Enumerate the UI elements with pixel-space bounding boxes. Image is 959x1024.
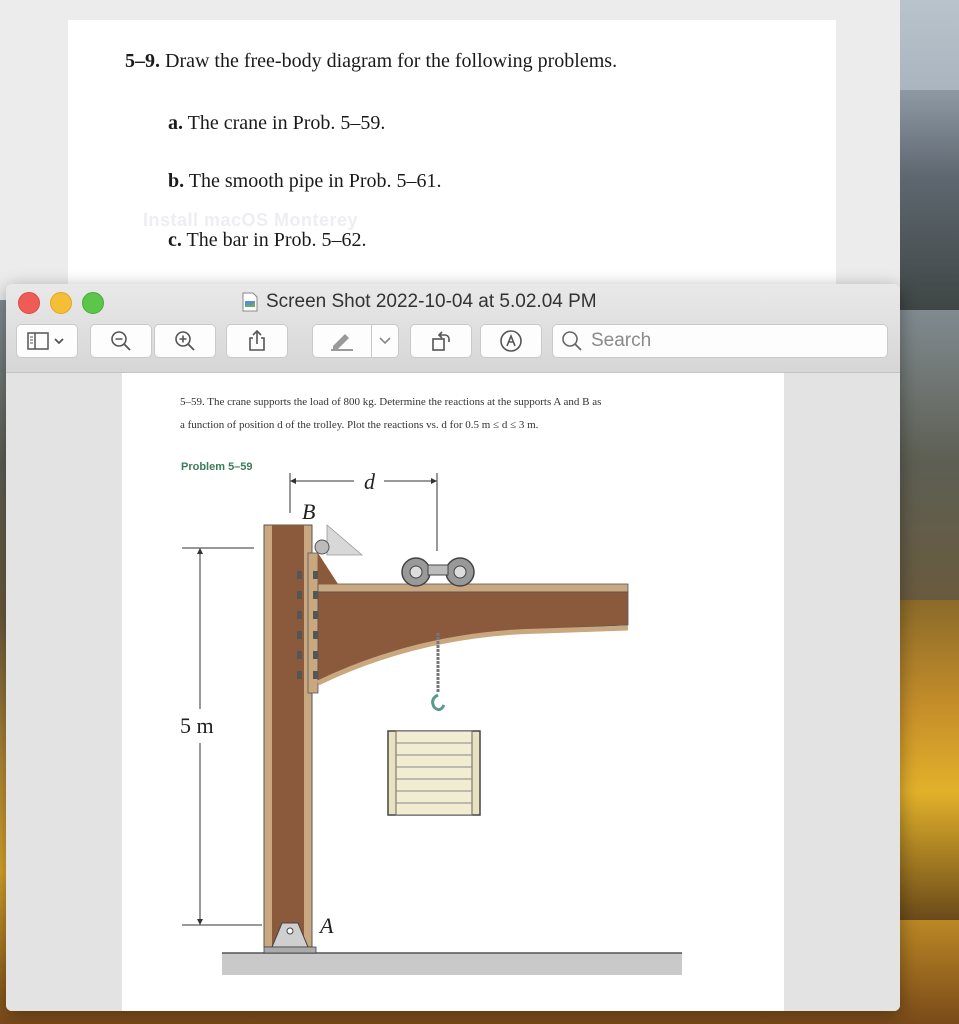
markup-menu-button[interactable] — [371, 324, 399, 358]
minimize-window-button[interactable] — [50, 292, 72, 314]
zoom-out-icon — [111, 331, 131, 351]
window-title: Screen Shot 2022-10-04 at 5.02.04 PM — [266, 291, 597, 312]
crate-front — [395, 730, 473, 816]
d-label: d — [364, 473, 376, 494]
desktop-background-mountain — [900, 90, 959, 310]
pen-icon — [331, 334, 353, 351]
zoom-out-button[interactable] — [90, 324, 152, 358]
d-arrow-left — [290, 478, 296, 484]
problem-line-1: 5–59. The crane supports the load of 800… — [180, 396, 602, 408]
title-bar[interactable]: Screen Shot 2022-10-04 at 5.02.04 PM Sea… — [6, 284, 900, 373]
markup-button[interactable] — [312, 324, 372, 358]
maximize-window-button[interactable] — [82, 292, 104, 314]
document-page: 5–59. The crane supports the load of 800… — [122, 373, 784, 1011]
sidebar-toggle-button[interactable] — [16, 324, 78, 358]
install-watermark: Install macOS Monterey — [143, 210, 359, 230]
sidebar-icon — [27, 332, 64, 350]
dimension-arrow-bottom — [197, 919, 203, 925]
zoom-in-button[interactable] — [154, 324, 216, 358]
problem-line-2: a function of position d of the trolley.… — [180, 419, 539, 431]
rotate-button[interactable] — [410, 324, 472, 358]
background-document-window: 5–9. Draw the free-body diagram for the … — [0, 0, 900, 300]
heading-text: Draw the free-body diagram for the follo… — [165, 50, 618, 72]
support-b-wedge — [326, 524, 364, 556]
label-b: B — [302, 499, 315, 524]
item-letter: c. — [168, 229, 182, 251]
document-viewport[interactable]: 5–59. The crane supports the load of 800… — [6, 373, 900, 1011]
annotate-button[interactable] — [480, 324, 542, 358]
close-window-button[interactable] — [18, 292, 40, 314]
hook — [431, 693, 446, 712]
height-label: 5 m — [180, 713, 214, 738]
d-arrow-right — [431, 478, 437, 484]
boom-top-flange — [317, 583, 629, 593]
list-item: c. The bar in Prob. 5–62. — [168, 229, 367, 252]
annotate-icon — [500, 330, 522, 352]
trolley-hub-left — [409, 565, 423, 579]
boom-gusset — [318, 553, 338, 584]
item-letter: b. — [168, 170, 185, 192]
list-item: b. The smooth pipe in Prob. 5–61. — [168, 170, 442, 193]
base-plate-a — [263, 946, 317, 954]
trolley-frame — [427, 564, 449, 576]
column-web — [272, 525, 304, 947]
problem-label: Problem 5–59 — [181, 461, 253, 473]
share-icon — [249, 329, 265, 351]
problem-statement: 5–59. The crane supports the load of 800… — [180, 391, 740, 437]
desktop-background-forest — [900, 600, 959, 920]
item-text: The bar in Prob. 5–62. — [186, 229, 367, 251]
search-icon — [562, 331, 582, 351]
zoom-in-icon — [175, 331, 195, 351]
background-heading: 5–9. Draw the free-body diagram for the … — [125, 50, 617, 73]
trolley-hub-right — [453, 565, 467, 579]
background-document-page: 5–9. Draw the free-body diagram for the … — [68, 20, 836, 300]
item-text: The crane in Prob. 5–59. — [187, 112, 386, 134]
label-a: A — [318, 913, 334, 938]
chevron-down-icon — [379, 337, 391, 345]
rotate-icon — [432, 331, 450, 351]
document-icon — [242, 292, 258, 312]
preview-window: Screen Shot 2022-10-04 at 5.02.04 PM Sea… — [6, 284, 900, 1011]
heading-number: 5–9. — [125, 50, 160, 72]
roller-b — [314, 539, 330, 555]
search-placeholder: Search — [591, 330, 652, 351]
pin-a — [286, 927, 294, 935]
crane-figure: 5 m d B A — [180, 473, 682, 975]
search-input[interactable]: Search — [552, 324, 888, 358]
window-title-group: Screen Shot 2022-10-04 at 5.02.04 PM — [242, 289, 597, 315]
ground — [222, 953, 682, 975]
item-text: The smooth pipe in Prob. 5–61. — [188, 170, 442, 192]
dimension-arrow-top — [197, 548, 203, 554]
share-button[interactable] — [226, 324, 288, 358]
list-item: a. The crane in Prob. 5–59. — [168, 112, 385, 135]
item-letter: a. — [168, 112, 183, 134]
